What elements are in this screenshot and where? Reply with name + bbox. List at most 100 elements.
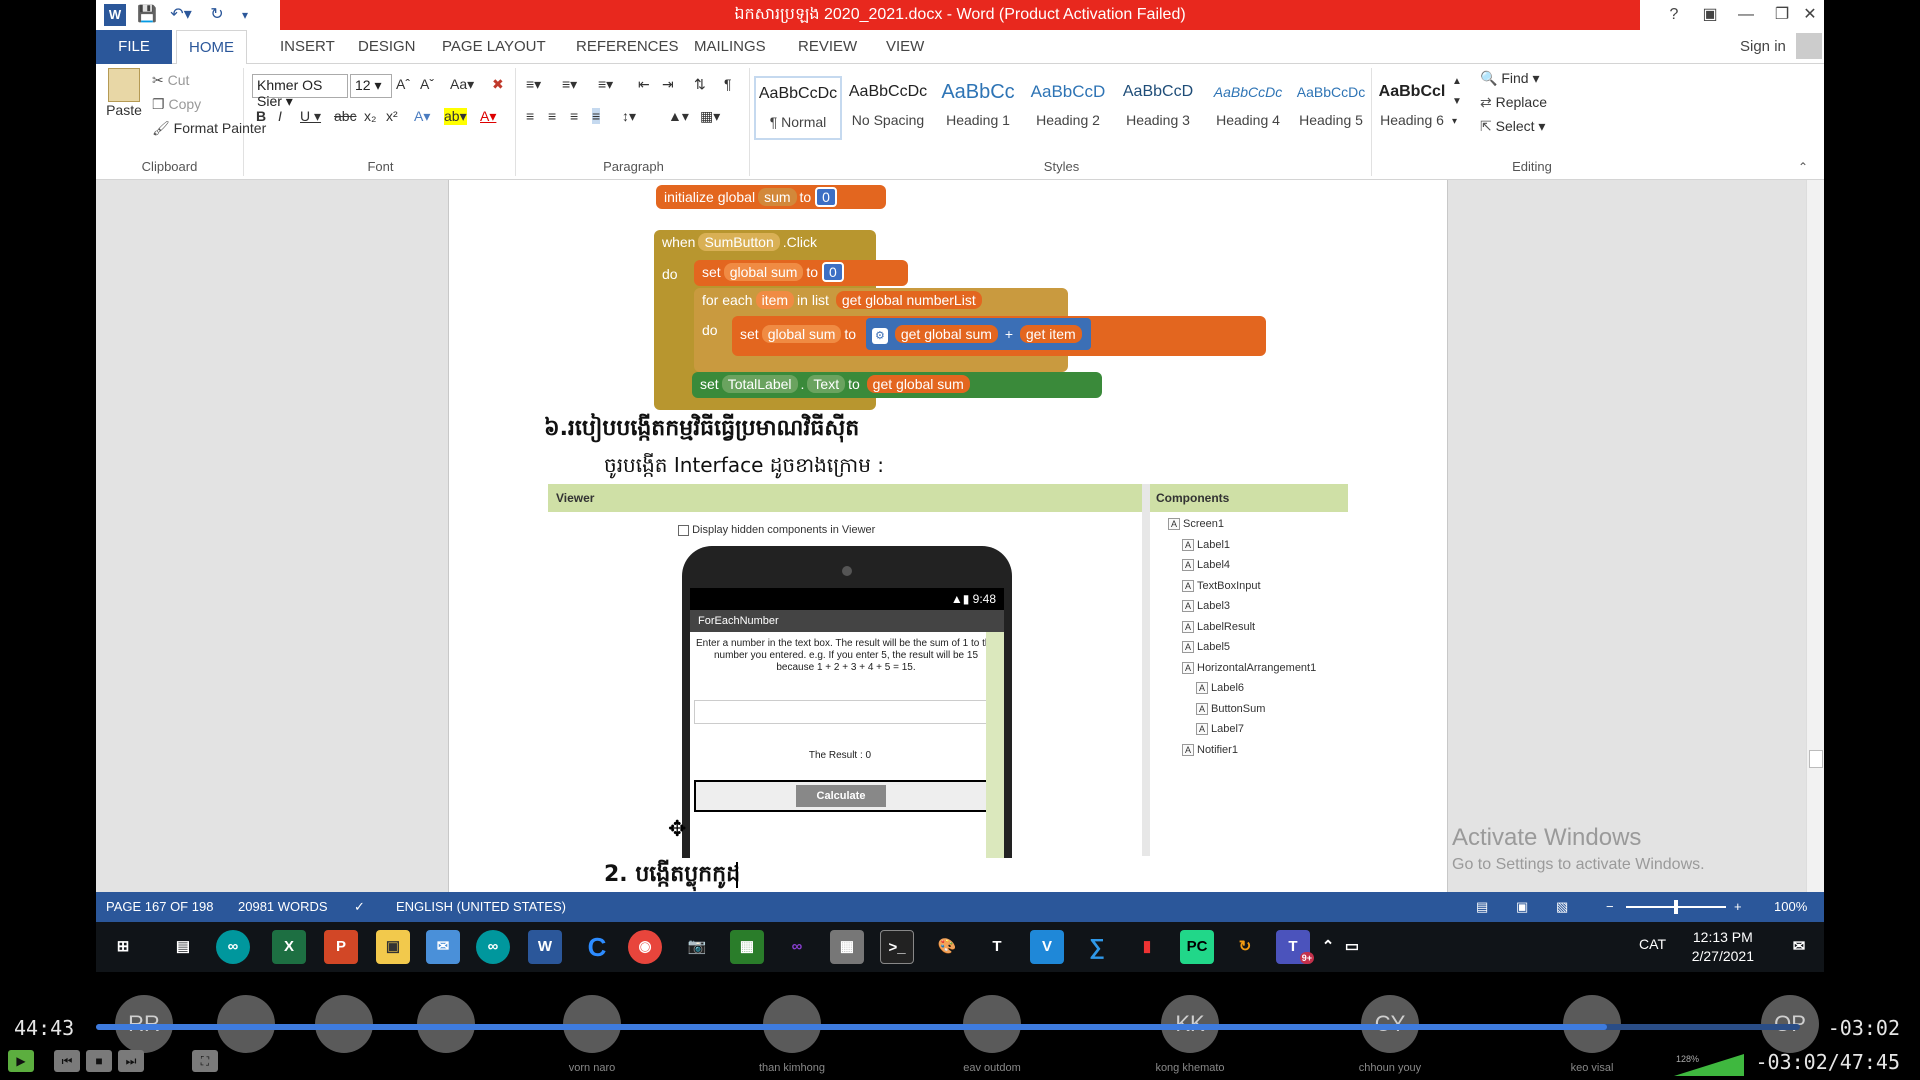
copy-button[interactable]: ❐ Copy — [152, 96, 201, 113]
component-tree-item[interactable]: A TextBoxInput — [1182, 580, 1261, 592]
component-tree-item[interactable]: A Label5 — [1182, 641, 1230, 654]
find-button[interactable]: 🔍 Find ▾ — [1480, 70, 1539, 87]
replace-button[interactable]: ⇄ Replace — [1480, 94, 1547, 111]
vertical-scrollbar[interactable] — [1806, 180, 1824, 892]
component-tree-item[interactable]: A LabelResult — [1182, 621, 1255, 633]
vscode-icon[interactable]: ∑ — [1080, 930, 1114, 964]
terminal-icon[interactable]: >_ — [880, 930, 914, 964]
style-heading-3[interactable]: AaBbCcD Heading 3 — [1114, 76, 1202, 140]
justify-icon[interactable]: ≡ — [592, 108, 601, 124]
previous-button[interactable]: ⏮ — [54, 1050, 80, 1072]
tab-mailings[interactable]: MAILINGS — [682, 30, 778, 64]
zoom-slider-thumb[interactable] — [1674, 900, 1678, 914]
arduino-icon-2[interactable]: ∞ — [476, 930, 510, 964]
user-avatar-icon[interactable] — [1796, 33, 1822, 59]
clock[interactable]: 12:13 PM 2/27/2021 — [1692, 928, 1754, 966]
print-layout-icon[interactable]: ▣ — [1516, 892, 1528, 922]
pilcrow-icon[interactable]: ¶ — [724, 76, 732, 92]
scroll-thumb[interactable] — [1809, 750, 1823, 768]
proofing-icon[interactable]: ✓ — [354, 892, 365, 922]
teams-icon[interactable]: T 9+ — [1276, 930, 1314, 964]
tab-file[interactable]: FILE — [96, 30, 172, 64]
collapse-ribbon-icon[interactable]: ⌃ — [1798, 160, 1808, 174]
align-right-icon[interactable]: ≡ — [570, 108, 578, 124]
change-case-icon[interactable]: Aa▾ — [450, 76, 474, 93]
typing-app-icon[interactable]: T — [980, 930, 1014, 964]
align-left-icon[interactable]: ≡ — [526, 108, 534, 124]
paste-button[interactable]: Paste — [104, 68, 144, 118]
excel-icon[interactable]: X — [272, 930, 306, 964]
borders-icon[interactable]: ▦▾ — [700, 108, 720, 125]
clear-format-icon[interactable]: ✖ — [492, 76, 504, 93]
sync-app-icon[interactable]: ↻ — [1228, 930, 1262, 964]
zoom-level[interactable]: 100% — [1774, 892, 1807, 922]
strikethrough-button[interactable]: abc — [334, 108, 357, 124]
read-mode-icon[interactable]: ▤ — [1476, 892, 1488, 922]
tab-view[interactable]: VIEW — [874, 30, 936, 64]
redo-icon[interactable]: ↻ — [206, 4, 228, 26]
zoom-in-icon[interactable]: + — [1734, 892, 1742, 922]
set-global-sum-add-block[interactable]: set global sum to ⚙ get global sum + get i… — [732, 316, 1266, 356]
show-hidden-icons[interactable]: ⌃ — [1318, 930, 1338, 964]
font-family-select[interactable]: Khmer OS Sier ▾ — [252, 74, 348, 109]
word-taskbar-icon[interactable]: W — [528, 930, 562, 964]
decrease-indent-icon[interactable]: ⇤ — [638, 76, 650, 93]
play-button[interactable]: ▶ — [8, 1050, 34, 1072]
battery-icon[interactable]: ▭ — [1338, 930, 1366, 964]
component-tree-item[interactable]: A HorizontalArrangement1 — [1182, 662, 1316, 674]
style-heading-5[interactable]: AaBbCcDc Heading 5 — [1294, 76, 1368, 140]
text-effects-icon[interactable]: A▾ — [414, 108, 430, 125]
style-normal[interactable]: AaBbCcDc ¶ Normal — [754, 76, 842, 140]
spreadsheet-app-icon[interactable]: ▦ — [730, 930, 764, 964]
web-layout-icon[interactable]: ▧ — [1556, 892, 1568, 922]
component-tree-item[interactable]: A Label1 — [1182, 539, 1230, 551]
set-global-sum-block[interactable]: set global sum to 0 — [694, 260, 908, 286]
tab-insert[interactable]: INSERT — [268, 30, 347, 64]
stop-button[interactable]: ■ — [86, 1050, 112, 1072]
paint-icon[interactable]: 🎨 — [930, 930, 964, 964]
arduino-icon[interactable]: ∞ — [216, 930, 250, 964]
chrome-icon[interactable]: ◉ — [628, 930, 662, 964]
font-color-icon[interactable]: A▾ — [480, 108, 496, 125]
calculator-icon[interactable]: ▦ — [830, 930, 864, 964]
pycharm-icon[interactable]: PC — [1180, 930, 1214, 964]
notifications-icon[interactable]: ✉ — [1782, 930, 1816, 964]
language-indicator[interactable]: ENGLISH (UNITED STATES) — [396, 892, 566, 922]
shrink-font-icon[interactable]: Aˇ — [420, 76, 434, 92]
component-tree-item[interactable]: A ButtonSum — [1196, 703, 1265, 715]
close-button[interactable]: ✕ — [1792, 2, 1824, 28]
style-heading-1[interactable]: AaBbCc Heading 1 — [934, 76, 1022, 140]
next-button[interactable]: ⏭ — [118, 1050, 144, 1072]
help-button[interactable]: ? — [1656, 2, 1692, 28]
bold-button[interactable]: B — [256, 108, 266, 124]
c-app-icon[interactable]: C — [580, 930, 614, 964]
style-heading-4[interactable]: AaBbCcDc Heading 4 — [1204, 76, 1292, 140]
component-tree-item[interactable]: A Notifier1 — [1182, 744, 1238, 756]
line-spacing-icon[interactable]: ↕▾ — [622, 108, 636, 125]
outlook-icon[interactable]: ✉ — [426, 930, 460, 964]
styles-scroll-icon[interactable]: ▲ ▼ ▾ — [1452, 72, 1462, 132]
init-global-block[interactable]: initialize global sum to 0 — [656, 185, 886, 209]
eraser-app-icon[interactable]: ▮ — [1130, 930, 1164, 964]
ribbon-display-icon[interactable]: ▣ — [1692, 2, 1728, 28]
page-indicator[interactable]: PAGE 167 OF 198 — [106, 892, 213, 922]
component-tree-item[interactable]: A Label7 — [1196, 723, 1244, 736]
font-size-select[interactable]: 12 ▾ — [350, 74, 392, 98]
multilevel-icon[interactable]: ≡▾ — [598, 76, 613, 93]
subscript-button[interactable]: x₂ — [364, 108, 376, 124]
increase-indent-icon[interactable]: ⇥ — [662, 76, 674, 93]
tab-home[interactable]: HOME — [176, 30, 247, 65]
highlight-icon[interactable]: ab▾ — [444, 108, 467, 125]
sign-in-link[interactable]: Sign in — [1728, 30, 1798, 64]
style-heading-2[interactable]: AaBbCcD Heading 2 — [1024, 76, 1112, 140]
input-language[interactable]: CAT — [1639, 936, 1666, 952]
italic-button[interactable]: I — [278, 108, 282, 124]
select-button[interactable]: ⇱ Select ▾ — [1480, 118, 1545, 135]
fullscreen-button[interactable]: ⛶ — [192, 1050, 218, 1072]
sort-icon[interactable]: ⇅ — [694, 76, 706, 93]
undo-icon[interactable]: ↶▾ — [166, 4, 196, 26]
start-icon[interactable]: ⊞ — [106, 930, 140, 964]
task-view-icon[interactable]: ▤ — [166, 930, 200, 964]
zoom-out-icon[interactable]: − — [1606, 892, 1614, 922]
file-explorer-icon[interactable]: ▣ — [376, 930, 410, 964]
